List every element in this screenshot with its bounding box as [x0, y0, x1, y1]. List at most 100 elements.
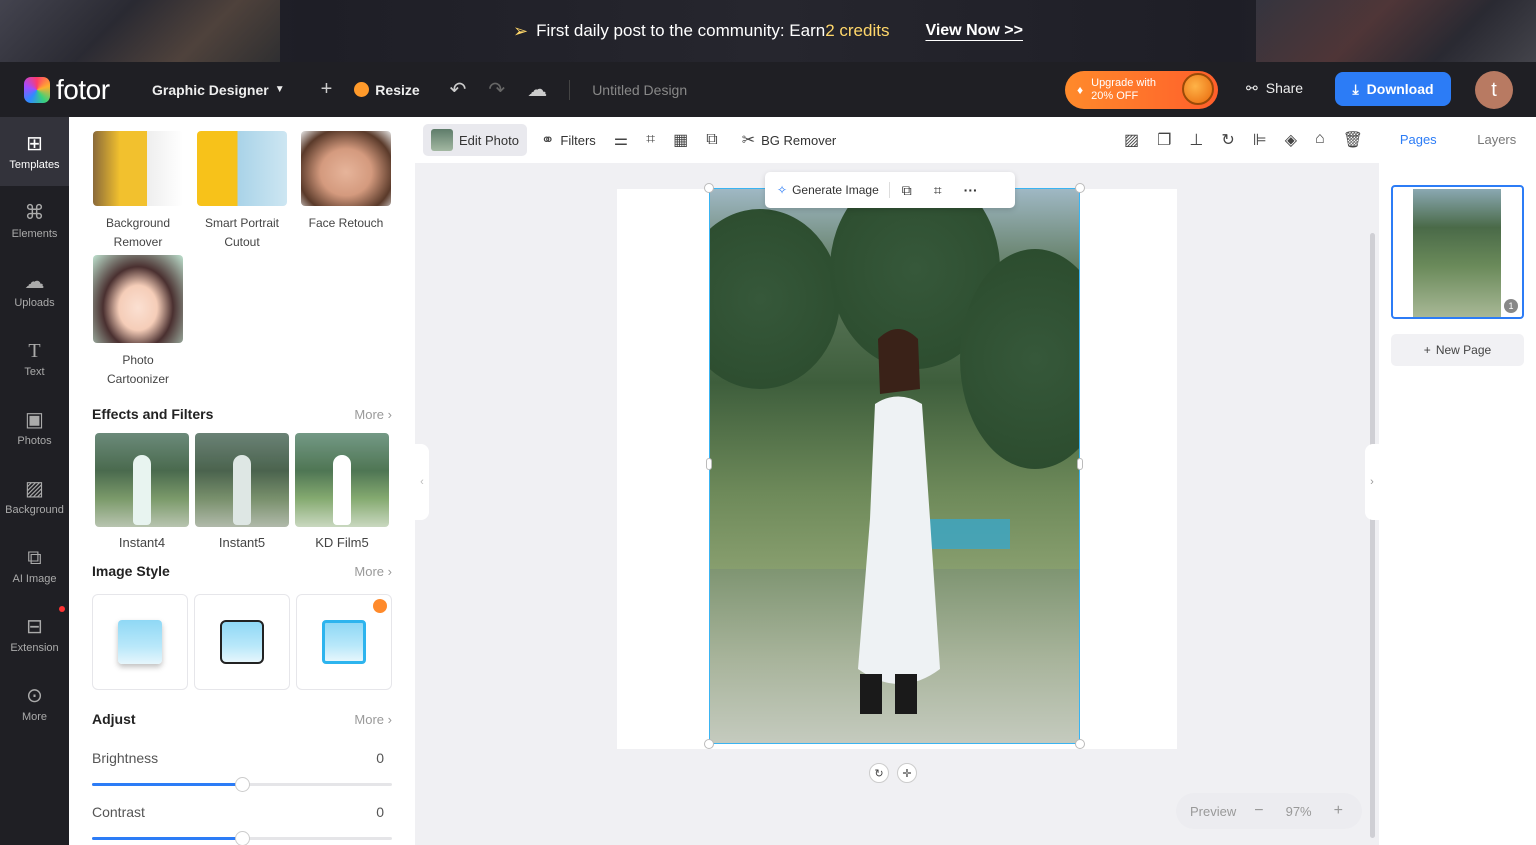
- view-now-link[interactable]: View Now >>: [925, 22, 1023, 40]
- rail-label: Text: [24, 365, 45, 378]
- share-button[interactable]: ⚯ Share: [1246, 80, 1303, 97]
- stamp-icon[interactable]: ⊥: [1189, 130, 1203, 150]
- rail-item-elements[interactable]: ⌘ Elements: [0, 186, 69, 255]
- align-icon[interactable]: ⊫: [1253, 130, 1267, 150]
- crop-icon[interactable]: ⌗: [646, 131, 655, 149]
- cloud-upload-icon[interactable]: ☁: [527, 77, 547, 102]
- brightness-slider[interactable]: [92, 777, 392, 792]
- replace-image-icon[interactable]: ⧉: [706, 131, 717, 149]
- crop-icon[interactable]: ⌗: [934, 182, 942, 199]
- add-icon[interactable]: +: [321, 78, 333, 101]
- expand-right-panel-button[interactable]: ›: [1365, 444, 1379, 520]
- rail-item-photos[interactable]: ▣ Photos: [0, 393, 69, 462]
- rail-item-uploads[interactable]: ☁ Uploads: [0, 255, 69, 324]
- bg-remover-button[interactable]: ✂ BG Remover: [742, 130, 837, 150]
- edit-photo-button[interactable]: Edit Photo: [423, 124, 527, 156]
- resize-handle[interactable]: [1077, 458, 1083, 470]
- tool-photo-cartoonizer[interactable]: Photo Cartoonizer: [93, 255, 183, 389]
- selected-photo[interactable]: [709, 188, 1080, 744]
- image-style-more-link[interactable]: More ›: [354, 564, 392, 579]
- tool-background-remover[interactable]: Background Remover: [93, 131, 183, 252]
- tool-smart-portrait-cutout[interactable]: Smart Portrait Cutout: [197, 131, 287, 252]
- rotate-icon[interactable]: ↻: [869, 763, 889, 783]
- tab-pages[interactable]: Pages: [1379, 132, 1458, 147]
- rotate-icon[interactable]: ↻: [1221, 130, 1234, 150]
- style-shadow[interactable]: [92, 594, 188, 690]
- layers-icon[interactable]: ◈: [1285, 130, 1297, 150]
- resize-handle[interactable]: [704, 183, 714, 193]
- user-avatar[interactable]: t: [1475, 71, 1513, 109]
- right-panel: Pages Layers 1 + New Page: [1379, 117, 1536, 845]
- transparency-icon[interactable]: ▦: [673, 130, 688, 150]
- pattern-icon[interactable]: ▨: [1124, 130, 1139, 150]
- document-title[interactable]: Untitled Design: [592, 82, 687, 98]
- contrast-slider[interactable]: [92, 831, 392, 845]
- resize-button[interactable]: Resize: [354, 82, 420, 98]
- zoom-out-icon[interactable]: −: [1254, 802, 1263, 820]
- rail-label: Extension: [10, 641, 59, 654]
- background-icon: ▨: [25, 477, 44, 500]
- divider: [888, 182, 890, 198]
- resize-handle[interactable]: [704, 739, 714, 749]
- logo-mark-icon: [24, 76, 50, 103]
- replace-image-icon[interactable]: ⧉: [902, 182, 912, 199]
- fotor-logo[interactable]: fotor: [24, 74, 136, 106]
- rail-item-background[interactable]: ▨ Background: [0, 462, 69, 531]
- page-thumbnail[interactable]: 1: [1391, 185, 1524, 319]
- slider-knob[interactable]: [235, 831, 250, 845]
- left-rail: ⊞ Templates ⌘ Elements ☁ Uploads T Text …: [0, 117, 69, 845]
- rail-item-templates[interactable]: ⊞ Templates: [0, 117, 69, 186]
- zoom-in-icon[interactable]: +: [1334, 802, 1343, 820]
- tool-face-retouch[interactable]: Face Retouch: [301, 131, 391, 233]
- templates-icon: ⊞: [26, 132, 43, 155]
- share-icon: ⚯: [1246, 80, 1258, 96]
- adjust-sliders-icon[interactable]: ⚌: [614, 130, 628, 150]
- style-frame[interactable]: [296, 594, 392, 690]
- ai-image-icon: ⧉: [27, 546, 42, 569]
- style-preview: [220, 620, 264, 664]
- lock-icon[interactable]: ⌂: [1315, 130, 1325, 150]
- new-page-button[interactable]: + New Page: [1391, 334, 1524, 366]
- rail-item-ai-image[interactable]: ⧉ AI Image: [0, 531, 69, 600]
- canvas-scrollbar[interactable]: [1370, 233, 1375, 838]
- upgrade-button[interactable]: ♦ Upgrade with 20% OFF: [1065, 71, 1218, 109]
- generate-image-button[interactable]: ✧ Generate Image: [777, 183, 879, 197]
- more-label: More: [354, 563, 385, 579]
- diamond-icon: ♦: [1077, 82, 1084, 97]
- move-icon[interactable]: ✛: [897, 763, 917, 783]
- more-dots-icon[interactable]: ···: [964, 182, 978, 198]
- rail-item-extension[interactable]: ⊟ Extension: [0, 600, 69, 669]
- resize-handle[interactable]: [706, 458, 712, 470]
- workspace-dropdown[interactable]: Graphic Designer ▼: [152, 82, 285, 98]
- filter-instant5[interactable]: Instant5: [195, 433, 289, 550]
- style-border[interactable]: [194, 594, 290, 690]
- filter-instant4[interactable]: Instant4: [95, 433, 189, 550]
- premium-icon: [373, 599, 387, 613]
- tool-label: Photo Cartoonizer: [106, 353, 170, 386]
- preview-button[interactable]: Preview: [1190, 804, 1236, 819]
- resize-handle[interactable]: [1075, 739, 1085, 749]
- duplicate-icon[interactable]: ❐: [1157, 130, 1171, 150]
- download-button[interactable]: ⤓ Download: [1335, 72, 1451, 106]
- slider-knob[interactable]: [235, 777, 250, 792]
- rail-label: More: [21, 710, 48, 723]
- redo-icon[interactable]: ↷: [488, 77, 505, 102]
- filters-button[interactable]: ⚭ Filters: [541, 130, 596, 150]
- filter-label: Instant4: [118, 535, 166, 550]
- undo-icon[interactable]: ↶: [450, 77, 467, 102]
- effects-more-link[interactable]: More ›: [354, 407, 392, 422]
- download-label: Download: [1366, 81, 1434, 97]
- toolbar-right-group: ▨ ❐ ⊥ ↻ ⊫ ◈ ⌂ 🗑: [1124, 130, 1363, 150]
- upgrade-line2: 20% OFF: [1091, 90, 1139, 102]
- tab-layers[interactable]: Layers: [1458, 132, 1536, 147]
- rail-item-text[interactable]: T Text: [0, 324, 69, 393]
- filter-kd-film5[interactable]: KD Film5: [295, 433, 389, 550]
- more-icon: ⊙: [26, 684, 43, 707]
- adjust-more-link[interactable]: More ›: [354, 712, 392, 727]
- pumpkin-icon: [1182, 73, 1214, 105]
- collapse-panel-button[interactable]: ‹: [415, 444, 429, 520]
- zoom-level[interactable]: 97%: [1286, 804, 1312, 819]
- trash-icon[interactable]: 🗑: [1343, 130, 1363, 150]
- rail-item-more[interactable]: ⊙ More: [0, 669, 69, 738]
- resize-handle[interactable]: [1075, 183, 1085, 193]
